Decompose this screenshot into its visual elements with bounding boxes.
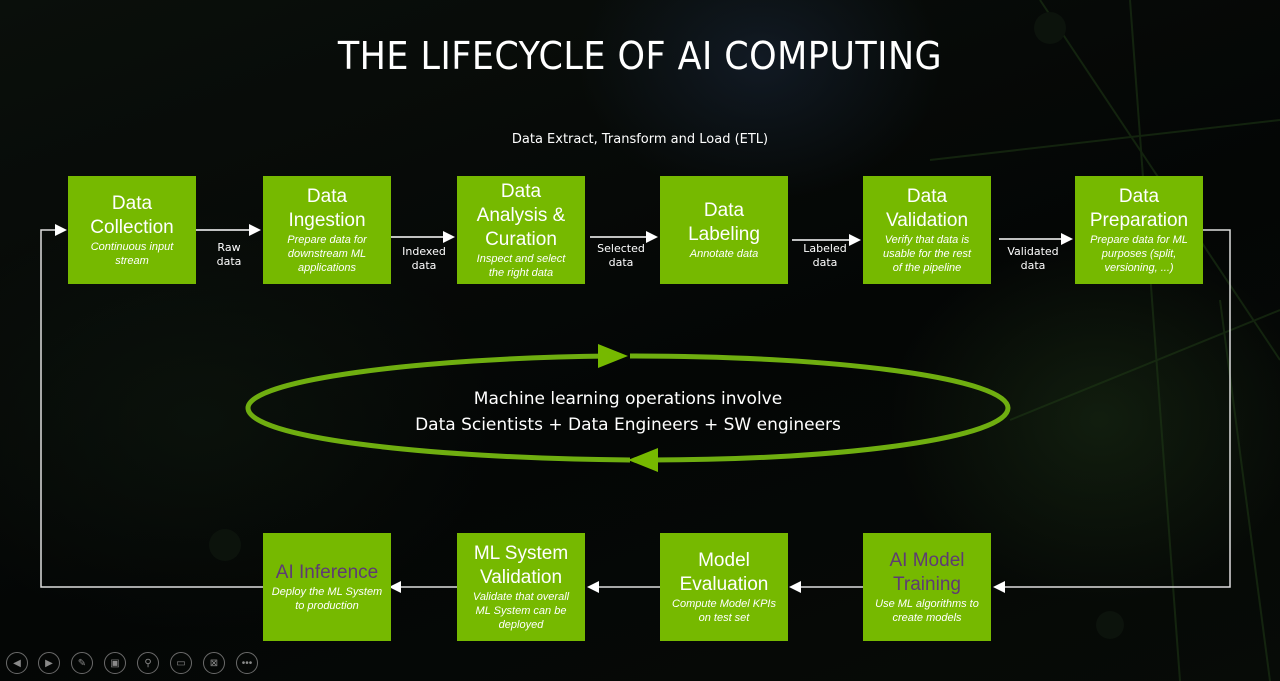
stage-ai-inference: AI Inference Deploy the ML System to pro…	[263, 533, 391, 641]
magnifier-icon: ⚲	[144, 657, 152, 669]
stage-description: Use ML algorithms to create models	[875, 598, 979, 624]
stage-title: AI Model Training	[889, 550, 965, 595]
connector-lines	[40, 224, 1231, 593]
stage-title: Data Collection	[90, 193, 174, 238]
connector-label-raw-data: Raw data	[216, 241, 242, 268]
previous-slide-button[interactable]: ◀	[6, 652, 28, 674]
stage-description: Validate that overall ML System can be d…	[472, 591, 570, 631]
stage-data-ingestion: Data Ingestion Prepare data for downstre…	[263, 176, 391, 284]
stage-data-preparation: Data Preparation Prepare data for ML pur…	[1075, 176, 1203, 284]
stage-data-labeling: Data Labeling Annotate data	[660, 176, 788, 284]
stage-title: Data Analysis & Curation	[476, 181, 566, 250]
stage-description: Annotate data	[689, 248, 759, 260]
stage-ai-model-training: AI Model Training Use ML algorithms to c…	[863, 533, 991, 641]
stage-title: Data Labeling	[688, 200, 760, 245]
stage-data-collection: Data Collection Continuous input stream	[68, 176, 196, 284]
stage-data-analysis-curation: Data Analysis & Curation Inspect and sel…	[457, 176, 585, 284]
loop-arrowhead-left	[628, 448, 658, 472]
see-all-slides-button[interactable]: ▣	[104, 652, 126, 674]
stage-data-validation: Data Validation Verify that data is usab…	[863, 176, 991, 284]
stage-description: Continuous input stream	[90, 241, 174, 267]
connector-label-validated-data: Validated data	[1007, 245, 1059, 272]
camera-toggle-button[interactable]: ⊠	[203, 652, 225, 674]
connector-label-selected-data: Selected data	[597, 242, 645, 269]
zoom-button[interactable]: ⚲	[137, 652, 159, 674]
camera-off-icon: ⊠	[209, 657, 219, 669]
stage-title: Data Ingestion	[288, 186, 366, 231]
stage-model-evaluation: Model Evaluation Compute Model KPIs on t…	[660, 533, 788, 641]
mlops-caption: Machine learning operations involve Data…	[0, 386, 1256, 438]
next-slide-button[interactable]: ▶	[38, 652, 60, 674]
mlops-caption-line1: Machine learning operations involve	[473, 389, 783, 409]
stage-title: ML System Validation	[473, 543, 569, 588]
stage-description: Prepare data for ML purposes (split, ver…	[1090, 234, 1188, 274]
subtitles-button[interactable]: ▭	[170, 652, 192, 674]
stage-description: Inspect and select the right data	[476, 253, 566, 279]
connector-label-indexed-data: Indexed data	[402, 245, 446, 272]
subtitles-icon: ▭	[176, 657, 186, 669]
mlops-caption-line2: Data Scientists + Data Engineers + SW en…	[415, 415, 841, 435]
chevron-left-icon: ◀	[13, 657, 21, 669]
stage-description: Verify that data is usable for the rest …	[882, 234, 972, 274]
stage-description: Compute Model KPIs on test set	[672, 598, 776, 624]
stage-title: AI Inference	[275, 562, 379, 583]
loop-arrowhead-right	[598, 344, 628, 368]
stage-title: Data Preparation	[1089, 186, 1189, 231]
slides-grid-icon: ▣	[110, 657, 120, 669]
stage-description: Deploy the ML System to production	[271, 586, 383, 612]
chevron-right-icon: ▶	[45, 657, 53, 669]
stage-title: Data Validation	[885, 186, 969, 231]
connector-label-labeled-data: Labeled data	[803, 242, 847, 269]
stage-ml-system-validation: ML System Validation Validate that overa…	[457, 533, 585, 641]
stage-description: Prepare data for downstream ML applicati…	[287, 234, 367, 274]
pen-button[interactable]: ✎	[71, 652, 93, 674]
stage-title: Model Evaluation	[679, 550, 769, 595]
more-icon: •••	[241, 657, 253, 669]
pen-icon: ✎	[77, 657, 87, 669]
more-options-button[interactable]: •••	[236, 652, 258, 674]
